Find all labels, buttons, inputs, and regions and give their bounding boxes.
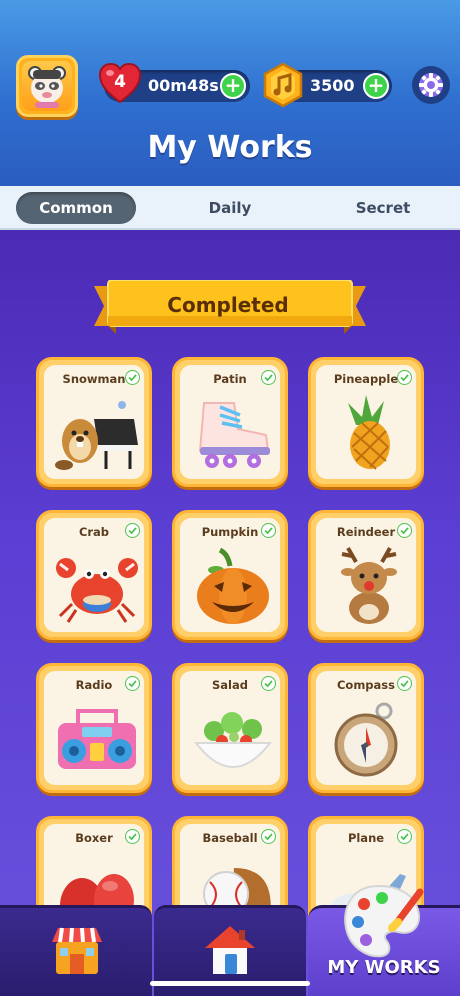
settings-button[interactable]: [412, 66, 450, 104]
card-inner: Pumpkin: [180, 518, 280, 632]
card-inner: Patin: [180, 365, 280, 479]
compass-icon: [334, 702, 398, 777]
section-title: Completed: [167, 293, 289, 317]
work-card-pumpkin[interactable]: Pumpkin: [172, 510, 288, 640]
category-tabs: Common Daily Secret: [0, 186, 460, 230]
shop-icon: [52, 927, 102, 974]
card-inner: Compass: [316, 671, 416, 785]
card-inner: Pineapple: [316, 365, 416, 479]
nav-my-works-button[interactable]: MY WORKS: [308, 884, 460, 996]
music-note-coin-icon: [263, 62, 303, 108]
home-icon: [205, 926, 255, 974]
card-inner: Radio: [44, 671, 144, 785]
checkmark-icon: [125, 676, 140, 691]
card-inner: Crab: [44, 518, 144, 632]
lives-timer: 00m48s: [148, 76, 219, 95]
tab-secret[interactable]: Secret: [323, 192, 443, 224]
work-card-pineapple[interactable]: Pineapple: [308, 357, 424, 487]
checkmark-icon: [397, 523, 412, 538]
tab-daily[interactable]: Daily: [170, 192, 290, 224]
home-indicator: [150, 981, 310, 986]
checkmark-icon: [261, 676, 276, 691]
crab-icon: [56, 558, 138, 623]
work-card-radio[interactable]: Radio: [36, 663, 152, 793]
checkmark-icon: [261, 370, 276, 385]
work-card-crab[interactable]: Crab: [36, 510, 152, 640]
add-coins-button[interactable]: +: [363, 73, 389, 99]
page-title: My Works: [147, 130, 313, 165]
tab-common[interactable]: Common: [16, 192, 136, 224]
radio-icon: [58, 709, 136, 769]
nav-shop-button[interactable]: [0, 905, 152, 996]
top-header: 00m48s + 4 3500 + My Works: [0, 0, 460, 186]
add-lives-button[interactable]: +: [220, 73, 246, 99]
nav-my-works-label: MY WORKS: [327, 957, 441, 978]
salad-icon: [193, 712, 273, 768]
checkmark-icon: [125, 523, 140, 538]
pumpkin-icon: [197, 547, 269, 624]
checkmark-icon: [125, 829, 140, 844]
roller-skate-icon: [198, 402, 270, 468]
player-avatar[interactable]: [16, 55, 78, 117]
card-inner: Reindeer: [316, 518, 416, 632]
card-inner: Salad: [180, 671, 280, 785]
work-card-compass[interactable]: Compass: [308, 663, 424, 793]
work-card-snowman[interactable]: Snowman: [36, 357, 152, 487]
checkmark-icon: [397, 676, 412, 691]
coin-count: 3500: [310, 76, 355, 95]
checkmark-icon: [397, 370, 412, 385]
gear-icon: [419, 73, 443, 97]
pineapple-icon: [348, 395, 390, 470]
lives-count: 4: [114, 72, 126, 92]
work-card-reindeer[interactable]: Reindeer: [308, 510, 424, 640]
beaver-piano-icon: [55, 401, 138, 470]
checkmark-icon: [397, 829, 412, 844]
work-card-salad[interactable]: Salad: [172, 663, 288, 793]
checkmark-icon: [261, 523, 276, 538]
panda-avatar-icon: [22, 61, 72, 111]
checkmark-icon: [125, 370, 140, 385]
work-card-patin[interactable]: Patin: [172, 357, 288, 487]
checkmark-icon: [261, 829, 276, 844]
card-inner: Snowman: [44, 365, 144, 479]
reindeer-icon: [341, 547, 397, 624]
palette-icon: [344, 884, 424, 958]
